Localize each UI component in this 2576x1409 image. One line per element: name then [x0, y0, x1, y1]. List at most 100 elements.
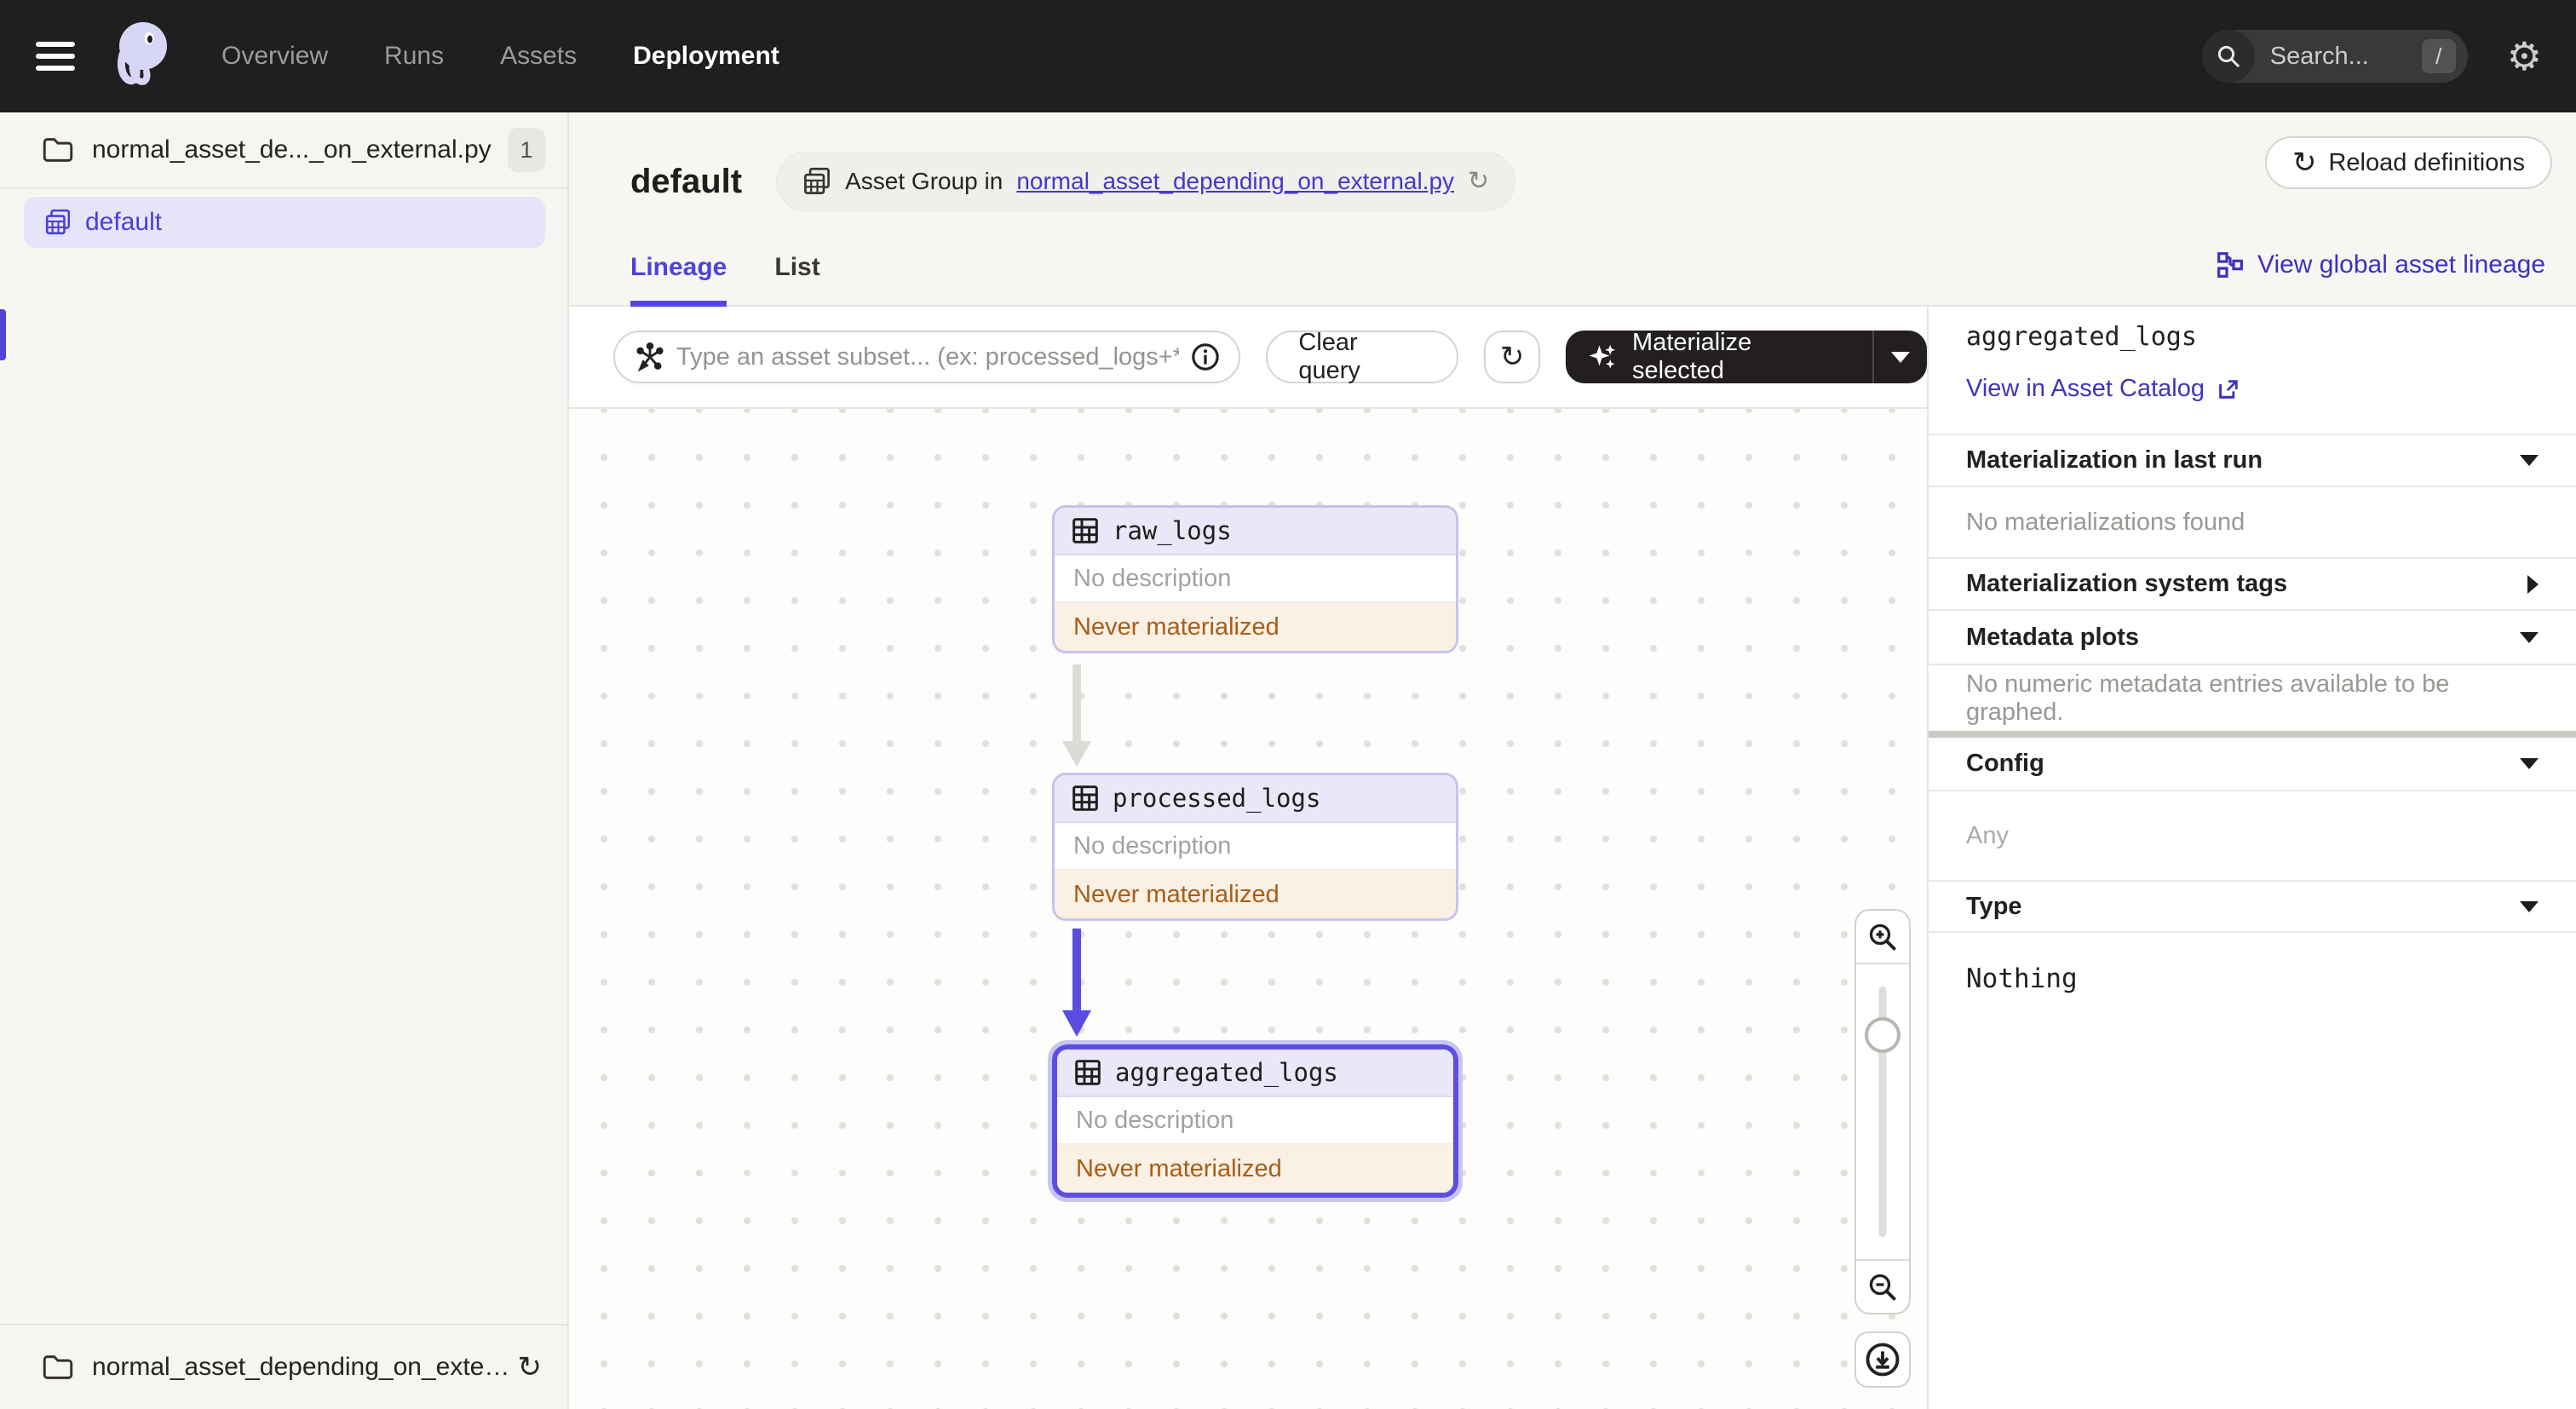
chevron-right-icon	[2527, 574, 2539, 594]
hamburger-menu-icon[interactable]	[36, 42, 75, 71]
asset-description: No description	[1055, 555, 1456, 603]
chevron-down-icon	[2520, 631, 2539, 643]
page-header: default Asset Group in normal_asset_depe…	[569, 112, 2576, 307]
section-materialization-last-run[interactable]: Materialization in last run	[1929, 434, 2576, 486]
global-search-input[interactable]: Search... /	[2201, 30, 2468, 83]
refresh-graph-button[interactable]: ↻	[1484, 331, 1541, 383]
asset-detail-panel: aggregated_logs View in Asset Catalog Ma…	[1927, 307, 2576, 1409]
asset-query-box	[613, 331, 1241, 383]
asset-node-raw-logs[interactable]: raw_logs No description Never materializ…	[1052, 505, 1458, 653]
sidebar-footer-code-location[interactable]: normal_asset_depending_on_extern... ↻	[0, 1324, 567, 1409]
folder-icon	[43, 138, 73, 162]
section-metadata-plots[interactable]: Metadata plots	[1929, 609, 2576, 664]
config-value: Any	[1929, 790, 2576, 880]
asset-count-badge: 1	[508, 128, 545, 172]
lineage-graph-icon	[2217, 252, 2243, 278]
asset-status: Never materialized	[1055, 871, 1456, 918]
materialize-selected-button[interactable]: Materialize selected	[1566, 329, 1927, 384]
chevron-down-icon	[2520, 758, 2539, 769]
asset-group-breadcrumb: Asset Group in normal_asset_depending_on…	[776, 152, 1516, 211]
breadcrumb-prefix: Asset Group in	[845, 168, 1003, 194]
sparkles-icon	[1589, 344, 1616, 369]
dagster-logo[interactable]	[104, 17, 175, 95]
selected-asset-title: aggregated_logs	[1966, 322, 2197, 352]
section-label: Type	[1966, 892, 2022, 920]
tab-lineage[interactable]: Lineage	[630, 253, 727, 307]
zoom-slider[interactable]	[1856, 964, 1909, 1259]
asset-node-processed-logs[interactable]: processed_logs No description Never mate…	[1052, 773, 1458, 921]
table-icon	[1075, 1060, 1101, 1085]
code-location-label: normal_asset_de..._on_external.py	[92, 135, 492, 164]
nav-item-deployment[interactable]: Deployment	[633, 42, 779, 71]
section-config[interactable]: Config	[1929, 738, 2576, 790]
section-label: Materialization system tags	[1966, 570, 2288, 597]
materialize-dropdown-button[interactable]	[1874, 351, 1927, 363]
metadata-plots-empty-state: No numeric metadata entries available to…	[1929, 664, 2576, 731]
asset-description: No description	[1055, 823, 1456, 871]
asset-selection-icon	[636, 342, 664, 371]
zoom-in-button[interactable]	[1856, 911, 1909, 964]
reload-location-icon[interactable]: ↻	[518, 1353, 543, 1382]
catalog-link-label: View in Asset Catalog	[1966, 375, 2205, 402]
reload-group-icon[interactable]: ↻	[1468, 169, 1489, 194]
chevron-down-icon	[2520, 900, 2539, 912]
asset-status: Never materialized	[1055, 603, 1456, 651]
materialize-label: Materialize selected	[1632, 329, 1752, 384]
asset-group-icon	[45, 209, 71, 235]
chevron-down-icon	[2520, 455, 2539, 466]
table-icon	[1072, 785, 1098, 811]
clear-query-button[interactable]: Clear query	[1266, 329, 1459, 384]
download-image-button[interactable]	[1854, 1331, 1911, 1388]
chevron-down-icon	[1891, 351, 1911, 363]
view-global-asset-lineage-link[interactable]: View global asset lineage	[2217, 250, 2545, 279]
asset-name: processed_logs	[1113, 784, 1321, 813]
sidebar-item-default-group[interactable]: default	[24, 197, 545, 248]
lineage-canvas[interactable]: raw_logs No description Never materializ…	[569, 409, 1927, 1409]
section-label: Metadata plots	[1966, 623, 2140, 651]
search-shortcut-key: /	[2421, 39, 2456, 73]
section-materialization-system-tags[interactable]: Materialization system tags	[1929, 557, 2576, 609]
view-in-asset-catalog-link[interactable]: View in Asset Catalog	[1966, 375, 2240, 403]
external-link-icon	[2219, 379, 2238, 399]
selected-accent-bar	[0, 309, 6, 360]
top-nav-bar: Overview Runs Assets Deployment Search..…	[0, 0, 2576, 112]
folder-icon	[43, 1355, 73, 1379]
info-icon[interactable]	[1191, 342, 1220, 371]
global-lineage-label: View global asset lineage	[2257, 250, 2545, 279]
settings-gear-icon[interactable]: ⚙	[2507, 37, 2542, 76]
page-title: default	[630, 162, 743, 200]
primary-nav: Overview Runs Assets Deployment	[221, 42, 779, 71]
refresh-icon: ↻	[2291, 147, 2317, 179]
nav-item-overview[interactable]: Overview	[221, 42, 328, 71]
zoom-in-icon	[1869, 923, 1896, 950]
tab-list[interactable]: List	[774, 253, 819, 305]
download-icon	[1866, 1343, 1900, 1377]
zoom-out-icon	[1869, 1274, 1896, 1300]
refresh-icon: ↻	[1499, 341, 1525, 373]
panel-splitter-handle[interactable]	[1929, 731, 2576, 738]
breadcrumb-code-location-link[interactable]: normal_asset_depending_on_external.py	[1016, 168, 1454, 195]
asset-name: raw_logs	[1113, 516, 1232, 545]
lineage-toolbar: Clear query ↻ Materialize selected	[569, 307, 1927, 409]
section-type[interactable]: Type	[1929, 880, 2576, 931]
zoom-slider-knob[interactable]	[1865, 1017, 1900, 1053]
nav-item-runs[interactable]: Runs	[384, 42, 444, 71]
zoom-control-panel	[1854, 909, 1911, 1314]
section-label: Config	[1966, 750, 2044, 777]
zoom-out-button[interactable]	[1856, 1259, 1909, 1313]
asset-description: No description	[1057, 1097, 1453, 1145]
reload-definitions-button[interactable]: ↻ Reload definitions	[2264, 136, 2552, 189]
nav-item-assets[interactable]: Assets	[500, 42, 577, 71]
search-placeholder: Search...	[2269, 42, 2369, 70]
table-icon	[1072, 518, 1098, 543]
asset-group-icon	[804, 167, 831, 194]
reload-definitions-label: Reload definitions	[2328, 148, 2525, 176]
asset-groups-sidebar: normal_asset_de..._on_external.py 1 defa…	[0, 112, 569, 1409]
materialization-empty-state: No materializations found	[1929, 486, 2576, 557]
asset-subset-query-input[interactable]	[676, 342, 1180, 371]
sidebar-item-label: default	[85, 208, 163, 236]
asset-node-aggregated-logs[interactable]: aggregated_logs No description Never mat…	[1048, 1040, 1463, 1202]
sidebar-code-location[interactable]: normal_asset_de..._on_external.py 1	[0, 112, 567, 189]
section-label: Materialization in last run	[1966, 446, 2263, 474]
type-value: Nothing	[1929, 931, 2576, 1025]
